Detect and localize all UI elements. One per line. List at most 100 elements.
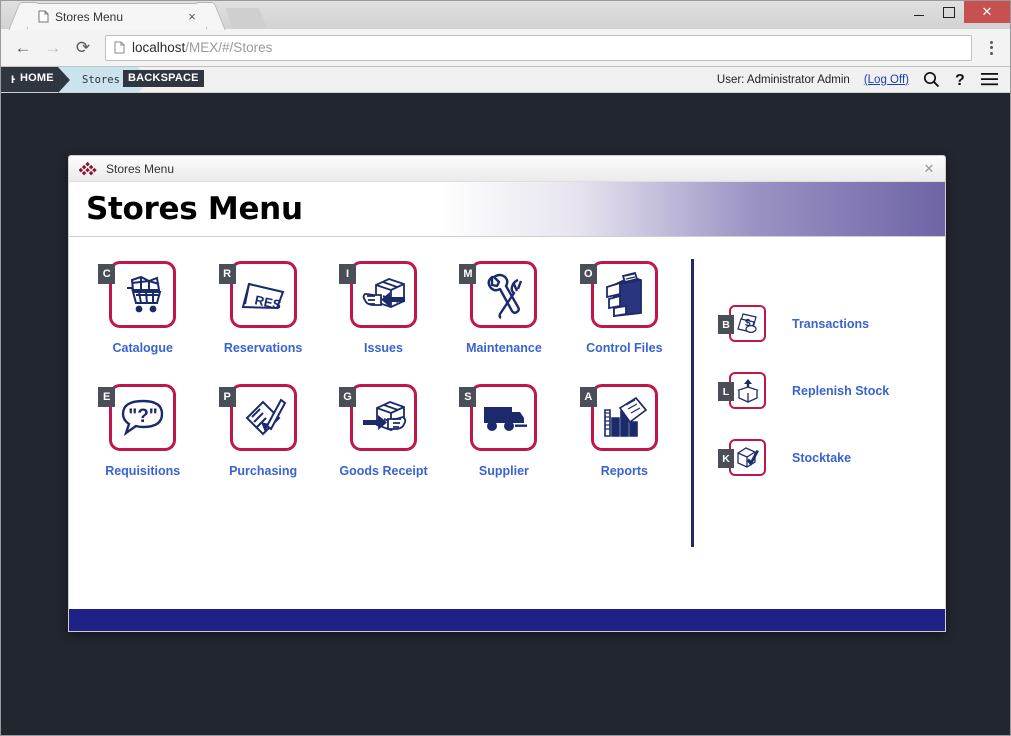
tile-shortcut-key: P xyxy=(218,387,236,407)
svg-text:RES: RES xyxy=(253,292,283,312)
tile-icon-box: S xyxy=(459,384,538,451)
menu-tile-goods-receipt[interactable]: G Goods Receipt xyxy=(330,384,437,478)
browser-toolbar: ← → ⟳ localhost/MEX/#/Stores xyxy=(1,29,1010,67)
tile-shortcut-key: I xyxy=(339,264,357,284)
tile-icon-box: G xyxy=(339,384,418,451)
secondary-menu-list: B $ Transactions L Replenish Stock K Sto… xyxy=(694,261,889,609)
page-title: Stores Menu xyxy=(86,191,303,227)
log-off-link[interactable]: (Log Off) xyxy=(864,74,909,86)
tile-icon-box: E "?" xyxy=(98,384,177,451)
side-icon-box: K xyxy=(718,439,766,476)
menu-tiles-area: C Catalogue R RES Reservations I Issues … xyxy=(69,261,691,609)
help-icon[interactable]: ? xyxy=(954,71,967,88)
menu-tile-control-files[interactable]: O Control Files xyxy=(571,261,678,355)
svg-text:"?": "?" xyxy=(128,406,158,427)
side-item-stocktake[interactable]: K Stocktake xyxy=(718,439,889,476)
maximize-button[interactable] xyxy=(934,1,964,23)
menu-tile-supplier[interactable]: S Supplier xyxy=(450,384,557,478)
box-check-icon xyxy=(735,445,761,471)
side-item-transactions[interactable]: B $ Transactions xyxy=(718,305,889,342)
dialog-footer-bar xyxy=(69,609,945,631)
menu-tile-purchasing[interactable]: P Purchasing xyxy=(209,384,316,478)
reload-icon[interactable]: ⟳ xyxy=(69,34,97,62)
tab-title: Stores Menu xyxy=(55,9,124,24)
address-bar-text: localhost/MEX/#/Stores xyxy=(132,40,272,55)
app-navigation-right: User: Administrator Admin (Log Off) ? xyxy=(717,67,1010,92)
side-item-replenish-stock[interactable]: L Replenish Stock xyxy=(718,372,890,409)
svg-text:?: ? xyxy=(955,72,965,88)
tile-icon-box: P xyxy=(218,384,297,451)
tile-label: Reservations xyxy=(223,341,303,355)
new-tab-button[interactable] xyxy=(224,8,268,28)
side-shortcut-key: B xyxy=(718,315,734,334)
search-icon[interactable] xyxy=(923,71,940,88)
tile-shortcut-key: G xyxy=(339,387,357,407)
menu-tile-issues[interactable]: I Issues xyxy=(330,261,437,355)
wrench-tools-icon xyxy=(480,271,528,319)
url-host: localhost xyxy=(132,40,186,55)
close-window-button[interactable]: ✕ xyxy=(964,1,1010,23)
tab-strip: Stores Menu × ✕ xyxy=(1,1,1010,29)
tile-shortcut-key: O xyxy=(579,264,597,284)
shortcut-badge-home: HOME xyxy=(15,70,59,87)
tile-shortcut-key: E xyxy=(98,387,116,407)
forward-icon: → xyxy=(44,37,62,57)
tile-shortcut-key: A xyxy=(579,387,597,407)
menu-tile-catalogue[interactable]: C Catalogue xyxy=(89,261,196,355)
tile-shortcut-key: M xyxy=(459,264,477,284)
tile-icon-box: O xyxy=(579,261,658,328)
tab-close-button[interactable]: × xyxy=(184,10,200,23)
app-logo-icon xyxy=(79,161,97,176)
menu-tile-reports[interactable]: A Reports xyxy=(571,384,678,478)
dialog-header: Stores Menu xyxy=(69,182,945,237)
reservation-sign-icon: RES xyxy=(238,273,288,317)
shortcut-badge-backspace: BACKSPACE xyxy=(123,70,204,87)
box-arrow-in-icon xyxy=(359,395,409,441)
menu-tile-maintenance[interactable]: M Maintenance xyxy=(450,261,557,355)
page-info-icon xyxy=(114,41,125,54)
minimize-button[interactable] xyxy=(904,1,934,23)
tile-label: Requisitions xyxy=(105,464,181,478)
side-shortcut-key: L xyxy=(718,382,734,401)
address-bar[interactable]: localhost/MEX/#/Stores xyxy=(105,34,972,61)
tile-icon-box: A xyxy=(579,384,658,451)
menu-tile-requisitions[interactable]: E "?" Requisitions xyxy=(89,384,196,478)
tile-label: Catalogue xyxy=(112,341,173,355)
back-icon[interactable]: ← xyxy=(9,34,37,62)
menu-tile-reservations[interactable]: R RES Reservations xyxy=(209,261,316,355)
browser-menu-icon[interactable] xyxy=(980,40,1002,55)
tile-label: Purchasing xyxy=(229,464,298,478)
stores-menu-dialog: Stores Menu ✕ Stores Menu C Catalogue R … xyxy=(68,155,946,632)
side-shortcut-key: K xyxy=(718,449,734,468)
side-icon-box: B $ xyxy=(718,305,766,342)
tile-label: Reports xyxy=(600,464,648,478)
shopping-cart-icon xyxy=(119,271,167,319)
tile-label: Supplier xyxy=(478,464,529,478)
box-hand-out-icon xyxy=(359,272,409,318)
box-arrow-up-icon xyxy=(735,378,761,404)
breadcrumb-stores-label: Stores xyxy=(82,73,120,86)
tile-icon-box: R RES xyxy=(218,261,297,328)
hamburger-icon[interactable] xyxy=(981,73,998,86)
app-navigation-bar: HOME Stores HOME BACKSPACE User: Adminis… xyxy=(1,67,1010,93)
side-item-label: Transactions xyxy=(792,316,870,331)
chart-documents-icon xyxy=(600,394,648,442)
page-icon xyxy=(38,10,49,23)
tile-shortcut-key: S xyxy=(459,387,477,407)
window-controls: ✕ xyxy=(904,1,1010,23)
clipboard-pen-icon xyxy=(239,394,287,442)
tile-icon-box: M xyxy=(459,261,538,328)
tile-label: Issues xyxy=(364,341,403,355)
tile-label: Goods Receipt xyxy=(339,464,428,478)
side-icon-box: L xyxy=(718,372,766,409)
tile-label: Control Files xyxy=(586,341,663,355)
truck-icon xyxy=(479,399,529,437)
side-item-label: Replenish Stock xyxy=(792,383,890,398)
question-speech-bubble-icon: "?" xyxy=(118,396,168,440)
tile-icon-box: I xyxy=(339,261,418,328)
filing-cabinet-icon xyxy=(601,271,647,319)
browser-tab[interactable]: Stores Menu × xyxy=(27,3,207,29)
dialog-close-icon[interactable]: ✕ xyxy=(921,161,937,177)
menu-tile-row-2: E "?" Requisitions P Purchasing G Goods … xyxy=(89,384,691,478)
dialog-title-bar: Stores Menu ✕ xyxy=(69,156,945,182)
